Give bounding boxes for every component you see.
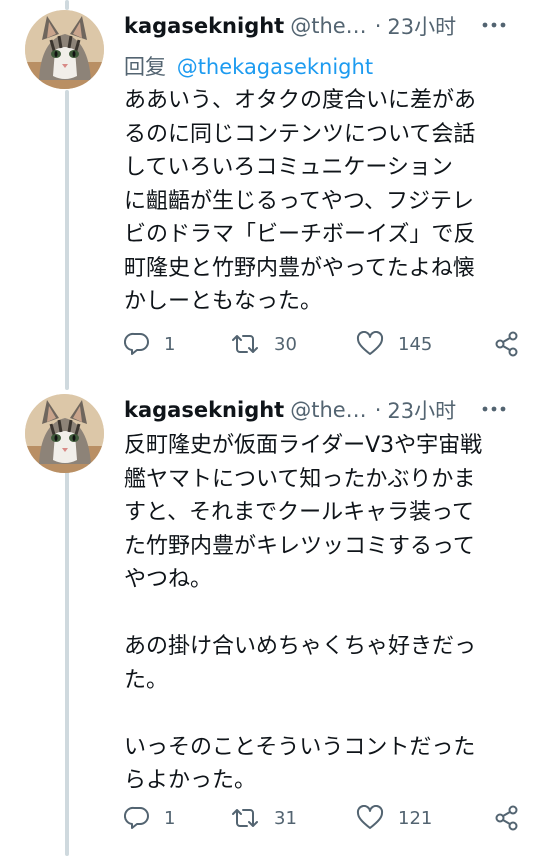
retweet-icon — [230, 805, 260, 831]
text-line-blank — [124, 597, 504, 631]
text-line-blank — [124, 697, 504, 731]
text-line: 艦ヤマトについて知ったかぶりかま — [124, 466, 476, 492]
reply-icon — [124, 331, 150, 357]
text-line: やつね。 — [124, 567, 213, 592]
display-name[interactable]: kagaseknight — [124, 398, 284, 422]
tweet-1[interactable]: kagaseknight @the… · 23小时 回复 @thekagasek… — [0, 0, 540, 385]
replying-to: 回复 @thekagaseknight — [124, 51, 373, 81]
text-line: 町隆史と竹野内豊がやってたよね懐 — [124, 255, 475, 281]
user-handle[interactable]: @the… — [290, 14, 366, 38]
text-line: ああいう、オタクの度合いに差があ — [124, 88, 477, 113]
share-icon — [494, 331, 520, 357]
reply-icon — [124, 805, 150, 831]
text-line: た竹野内豊がキレツッコミするって — [124, 533, 475, 559]
reply-button[interactable]: 1 — [124, 801, 175, 835]
retweet-count: 30 — [274, 333, 297, 355]
like-count: 121 — [398, 807, 433, 829]
separator-dot: · — [374, 398, 382, 422]
like-button[interactable]: 121 — [356, 801, 432, 835]
like-button[interactable]: 145 — [356, 327, 432, 361]
reply-button[interactable]: 1 — [124, 327, 175, 361]
text-line: に齟齬が生じるってやつ、フジテレ — [124, 188, 475, 214]
reply-count: 1 — [164, 333, 176, 355]
reply-mention-link[interactable]: @thekagaseknight — [177, 55, 373, 79]
more-dots-icon[interactable] — [480, 397, 508, 421]
retweet-icon — [230, 331, 260, 357]
retweet-button[interactable]: 30 — [230, 327, 297, 361]
tweet-2[interactable]: kagaseknight @the… · 23小时 反町隆史が仮面ライダーV3や… — [0, 385, 540, 856]
retweet-button[interactable]: 31 — [230, 801, 297, 835]
text-line: していろいろコミュニケーション — [124, 155, 453, 180]
like-count: 145 — [398, 333, 433, 355]
avatar[interactable] — [25, 394, 104, 473]
user-handle[interactable]: @the… — [290, 398, 366, 422]
avatar[interactable] — [25, 10, 104, 89]
tweet-header: kagaseknight @the… · 23小时 — [124, 11, 520, 41]
timestamp[interactable]: 23小时 — [387, 11, 456, 41]
text-line: ビのドラマ「ビーチボーイズ」で反 — [124, 222, 476, 247]
share-icon — [494, 805, 520, 831]
text-line: いっそのことそういうコントだった — [124, 734, 476, 760]
action-bar: 1 31 121 — [124, 801, 520, 835]
share-button[interactable] — [494, 327, 520, 361]
text-line: らよかった。 — [124, 768, 257, 793]
text-line: た。 — [124, 667, 169, 693]
more-dots-icon[interactable] — [480, 13, 508, 37]
text-line: 反町隆史が仮面ライダーV3や宇宙戦 — [124, 433, 483, 458]
text-line: るのに同じコンテンツについて会話 — [124, 121, 476, 147]
retweet-count: 31 — [274, 807, 297, 829]
text-line: すと、それまでクールキャラ装って — [124, 500, 475, 525]
text-line: かしーともなった。 — [124, 289, 323, 314]
separator-dot: · — [374, 14, 382, 38]
text-line: あの掛け合いめちゃくちゃ好きだっ — [124, 634, 477, 659]
reply-count: 1 — [164, 807, 176, 829]
share-button[interactable] — [494, 801, 520, 835]
heart-icon — [356, 805, 384, 831]
display-name[interactable]: kagaseknight — [124, 14, 284, 38]
reply-prefix: 回复 — [124, 55, 166, 79]
tweet-header: kagaseknight @the… · 23小时 — [124, 395, 520, 425]
heart-icon — [356, 331, 384, 357]
tweet-text: 反町隆史が仮面ライダーV3や宇宙戦 艦ヤマトについて知ったかぶりかま すと、それ… — [124, 429, 504, 798]
timestamp[interactable]: 23小时 — [387, 395, 456, 425]
action-bar: 1 30 145 — [124, 327, 520, 361]
tweet-text: ああいう、オタクの度合いに差があ るのに同じコンテンツについて会話 していろいろ… — [124, 84, 504, 319]
